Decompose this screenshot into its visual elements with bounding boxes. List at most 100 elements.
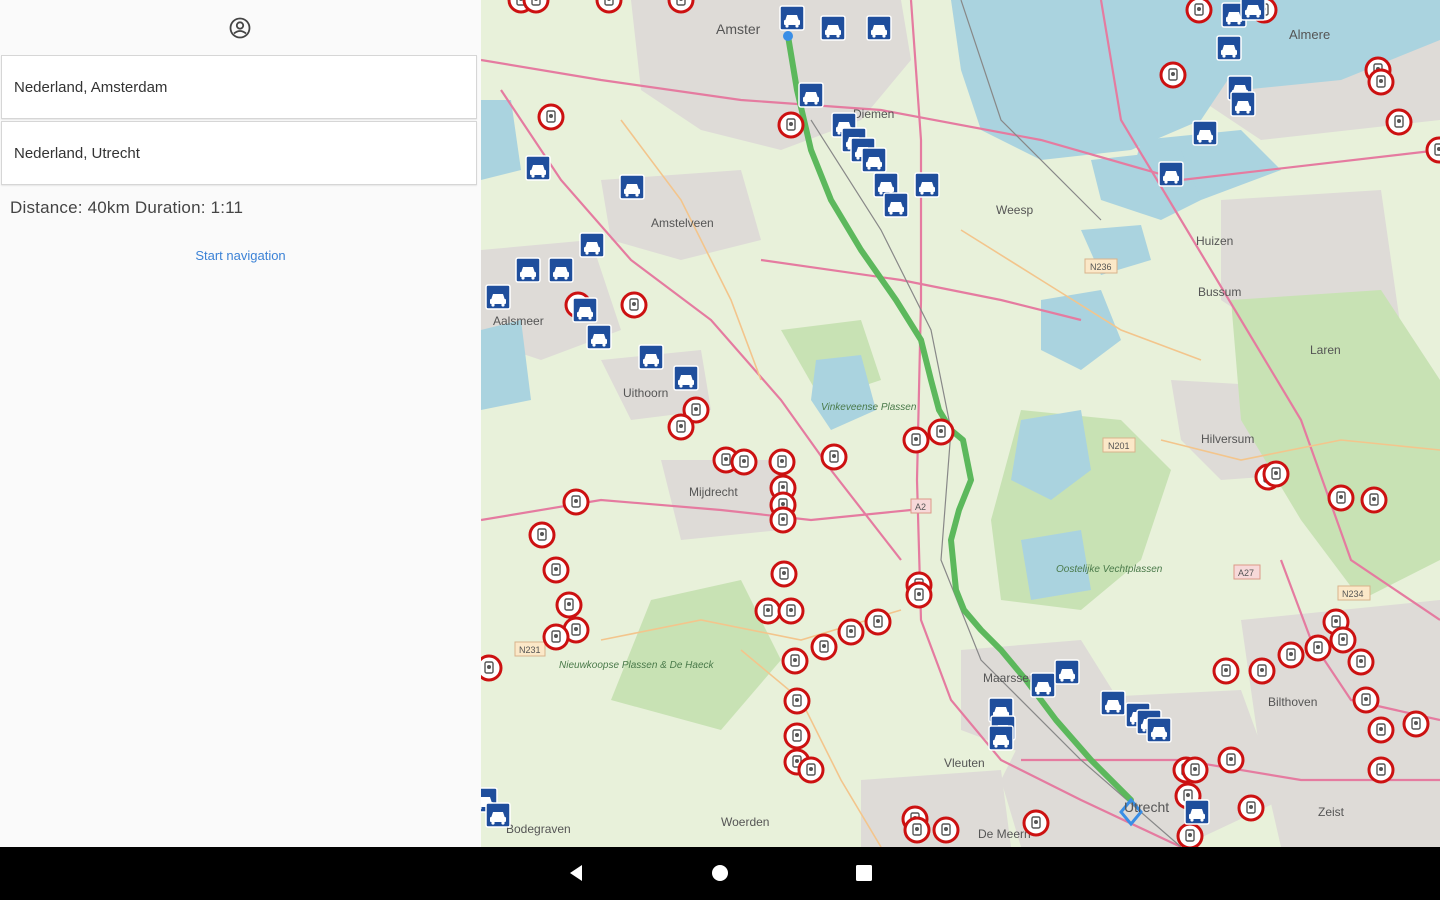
car-parking-icon[interactable]	[525, 155, 551, 181]
speed-camera-icon[interactable]	[1277, 641, 1305, 669]
label-huizen: Huizen	[1196, 234, 1233, 248]
speed-camera-icon[interactable]	[1212, 657, 1240, 685]
speed-camera-icon[interactable]	[820, 443, 848, 471]
label-amsterdam: Amster	[716, 21, 761, 37]
speed-camera-icon[interactable]	[777, 597, 805, 625]
car-parking-icon[interactable]	[1192, 120, 1218, 146]
back-triangle-icon[interactable]	[564, 861, 588, 885]
speed-camera-icon[interactable]	[1385, 108, 1413, 136]
origin-input[interactable]	[2, 56, 476, 118]
speed-camera-icon[interactable]	[555, 591, 583, 619]
car-parking-icon[interactable]	[883, 192, 909, 218]
speed-camera-icon[interactable]	[1329, 626, 1357, 654]
car-parking-icon[interactable]	[1158, 161, 1184, 187]
speed-camera-icon[interactable]	[1176, 822, 1204, 847]
label-maarssen: Maarssen	[983, 671, 1036, 685]
start-navigation-button[interactable]: Start navigation	[0, 248, 481, 263]
car-parking-icon[interactable]	[1030, 672, 1056, 698]
speed-camera-icon[interactable]	[1185, 0, 1213, 24]
home-circle-icon[interactable]	[708, 861, 732, 885]
speed-camera-icon[interactable]	[1367, 68, 1395, 96]
car-parking-icon[interactable]	[619, 174, 645, 200]
car-parking-icon[interactable]	[820, 15, 846, 41]
car-parking-icon[interactable]	[1146, 717, 1172, 743]
speed-camera-icon[interactable]	[810, 633, 838, 661]
origin-field[interactable]	[1, 55, 477, 119]
speed-camera-icon[interactable]	[1367, 756, 1395, 784]
speed-camera-icon[interactable]	[777, 111, 805, 139]
speed-camera-icon[interactable]	[1304, 634, 1332, 662]
car-parking-icon[interactable]	[586, 324, 612, 350]
speed-camera-icon[interactable]	[1347, 648, 1375, 676]
speed-camera-icon[interactable]	[768, 448, 796, 476]
speed-camera-icon[interactable]	[542, 556, 570, 584]
car-parking-icon[interactable]	[1054, 659, 1080, 685]
speed-camera-icon[interactable]	[770, 560, 798, 588]
map-canvas[interactable]: Amster Almere Diemen Amstelveen Weesp Hu…	[481, 0, 1440, 847]
speed-camera-icon[interactable]	[1159, 61, 1187, 89]
car-parking-icon[interactable]	[572, 297, 598, 323]
destination-input[interactable]	[2, 122, 476, 184]
speed-camera-icon[interactable]	[1248, 657, 1276, 685]
speed-camera-icon[interactable]	[783, 687, 811, 715]
speed-camera-icon[interactable]	[1181, 756, 1209, 784]
profile-button[interactable]	[226, 14, 254, 42]
car-parking-icon[interactable]	[673, 365, 699, 391]
destination-field[interactable]	[1, 121, 477, 185]
speed-camera-icon[interactable]	[905, 581, 933, 609]
car-parking-icon[interactable]	[866, 15, 892, 41]
car-parking-icon[interactable]	[861, 147, 887, 173]
speed-camera-icon[interactable]	[932, 816, 960, 844]
speed-camera-icon[interactable]	[1022, 809, 1050, 837]
speed-camera-icon[interactable]	[797, 756, 825, 784]
speed-camera-icon[interactable]	[1402, 710, 1430, 738]
car-parking-icon[interactable]	[515, 257, 541, 283]
car-parking-icon[interactable]	[485, 284, 511, 310]
speed-camera-icon[interactable]	[769, 506, 797, 534]
speed-camera-icon[interactable]	[522, 0, 550, 14]
car-parking-icon[interactable]	[1240, 0, 1266, 21]
speed-camera-icon[interactable]	[1237, 794, 1265, 822]
speed-camera-icon[interactable]	[1367, 716, 1395, 744]
speed-camera-icon[interactable]	[781, 647, 809, 675]
speed-camera-icon[interactable]	[864, 608, 892, 636]
car-parking-icon[interactable]	[548, 257, 574, 283]
speed-camera-icon[interactable]	[837, 618, 865, 646]
car-parking-icon[interactable]	[1216, 35, 1242, 61]
car-parking-icon[interactable]	[798, 82, 824, 108]
speed-camera-icon[interactable]	[903, 816, 931, 844]
car-parking-icon[interactable]	[485, 802, 511, 828]
speed-camera-icon[interactable]	[562, 488, 590, 516]
speed-camera-icon[interactable]	[667, 413, 695, 441]
speed-camera-icon[interactable]	[783, 722, 811, 750]
speed-camera-icon[interactable]	[1352, 686, 1380, 714]
recents-square-icon[interactable]	[852, 861, 876, 885]
speed-camera-icon[interactable]	[927, 418, 955, 446]
speed-camera-icon[interactable]	[902, 426, 930, 454]
speed-camera-icon[interactable]	[620, 291, 648, 319]
car-parking-icon[interactable]	[1100, 690, 1126, 716]
speed-camera-icon[interactable]	[754, 597, 782, 625]
car-parking-icon[interactable]	[1230, 91, 1256, 117]
speed-camera-icon[interactable]	[481, 654, 503, 682]
map-view[interactable]: Amster Almere Diemen Amstelveen Weesp Hu…	[481, 0, 1440, 847]
car-parking-icon[interactable]	[638, 344, 664, 370]
shield-a2-label: A2	[915, 502, 926, 512]
car-parking-icon[interactable]	[779, 5, 805, 31]
speed-camera-icon[interactable]	[1360, 486, 1388, 514]
speed-camera-icon[interactable]	[667, 0, 695, 14]
car-parking-icon[interactable]	[579, 232, 605, 258]
car-parking-icon[interactable]	[1184, 799, 1210, 825]
car-parking-icon[interactable]	[988, 725, 1014, 751]
speed-camera-icon[interactable]	[537, 103, 565, 131]
label-mijdrecht: Mijdrecht	[689, 485, 738, 499]
speed-camera-icon[interactable]	[528, 521, 556, 549]
speed-camera-icon[interactable]	[1425, 136, 1440, 164]
speed-camera-icon[interactable]	[595, 0, 623, 14]
speed-camera-icon[interactable]	[730, 448, 758, 476]
speed-camera-icon[interactable]	[1262, 460, 1290, 488]
speed-camera-icon[interactable]	[542, 623, 570, 651]
speed-camera-icon[interactable]	[1217, 746, 1245, 774]
car-parking-icon[interactable]	[914, 172, 940, 198]
speed-camera-icon[interactable]	[1327, 484, 1355, 512]
